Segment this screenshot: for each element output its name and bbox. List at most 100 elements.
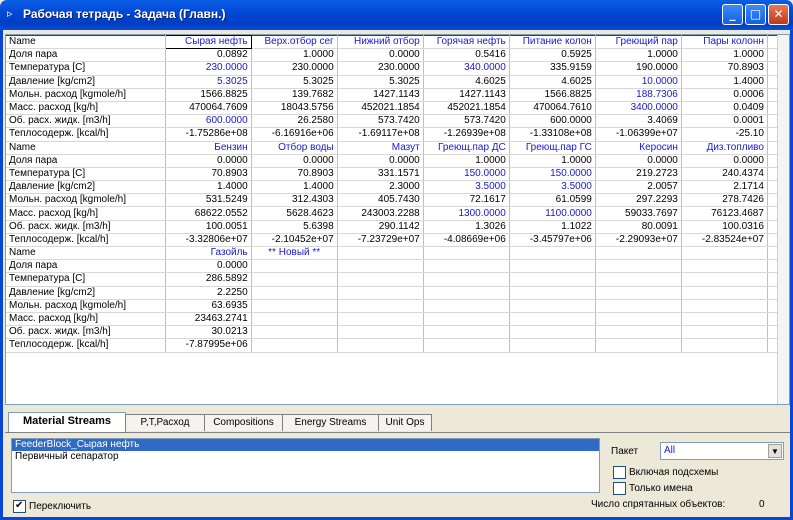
value-cell[interactable]: -7.23729e+07 [337, 233, 424, 248]
value-cell[interactable]: 1566.8825 [509, 88, 596, 102]
value-cell[interactable]: 0.0892 [165, 48, 252, 63]
stream-name-cell[interactable]: Отбор воды [251, 140, 338, 155]
value-cell[interactable] [337, 272, 424, 287]
value-cell[interactable] [337, 338, 424, 353]
stream-name-cell[interactable]: Мазут [337, 140, 424, 155]
value-cell[interactable]: -3.32806e+07 [165, 233, 252, 248]
value-cell[interactable]: 10.0000 [595, 75, 682, 89]
tab-1[interactable]: P,T,Расход [125, 414, 205, 431]
value-cell[interactable] [337, 325, 424, 340]
value-cell[interactable]: 1.4000 [681, 75, 768, 89]
stream-name-cell[interactable] [423, 245, 510, 261]
value-cell[interactable] [337, 259, 424, 274]
value-cell[interactable]: 1.0000 [509, 154, 596, 168]
value-cell[interactable]: -1.26939e+08 [423, 127, 510, 142]
value-cell[interactable]: 278.7426 [681, 193, 768, 208]
value-cell[interactable]: 80.0091 [595, 220, 682, 234]
value-cell[interactable]: 2.1714 [681, 180, 768, 195]
value-cell[interactable]: 0.0000 [681, 154, 768, 168]
value-cell[interactable]: 61.0599 [509, 193, 596, 208]
value-cell[interactable]: 1.4000 [251, 180, 338, 195]
list-item[interactable]: FeederBlock_Сырая нефть [12, 439, 599, 451]
title-bar[interactable]: ▹ Рабочая тетрадь - Задача (Главн.) _ □ … [0, 0, 793, 30]
value-cell[interactable] [337, 312, 424, 327]
stream-name-cell[interactable]: Диз.топливо [681, 140, 768, 155]
checkbox-box[interactable] [613, 466, 626, 479]
value-cell[interactable] [681, 299, 768, 313]
value-cell[interactable] [595, 286, 682, 300]
stream-list[interactable]: FeederBlock_Сырая нефть Первичный сепара… [11, 438, 600, 493]
value-cell[interactable]: 573.7420 [337, 114, 424, 129]
value-cell[interactable] [595, 325, 682, 340]
value-cell[interactable]: 230.0000 [165, 61, 252, 76]
stream-name-cell[interactable]: Сырая нефть [164, 35, 252, 50]
stream-name-cell[interactable] [337, 245, 424, 261]
tab-2[interactable]: Compositions [204, 414, 283, 431]
value-cell[interactable]: 4.6025 [423, 75, 510, 89]
value-cell[interactable]: 76123.4687 [681, 206, 768, 221]
value-cell[interactable]: 1300.0000 [423, 206, 510, 221]
value-cell[interactable] [423, 286, 510, 300]
value-cell[interactable]: -4.08669e+06 [423, 233, 510, 248]
tab-4[interactable]: Unit Ops [378, 414, 432, 431]
value-cell[interactable] [681, 312, 768, 327]
value-cell[interactable]: 240.4374 [681, 167, 768, 182]
value-cell[interactable] [337, 286, 424, 300]
value-cell[interactable]: 531.5249 [165, 193, 252, 208]
value-cell[interactable]: -1.69117e+08 [337, 127, 424, 142]
value-cell[interactable]: 0.5925 [509, 48, 596, 63]
value-cell[interactable]: 3.4069 [595, 114, 682, 129]
value-cell[interactable]: 331.1571 [337, 167, 424, 182]
stream-name-cell[interactable] [509, 245, 596, 261]
value-cell[interactable] [595, 259, 682, 274]
value-cell[interactable]: 452021.1854 [423, 101, 510, 116]
value-cell[interactable] [423, 338, 510, 353]
value-cell[interactable]: 5.3025 [337, 75, 424, 89]
value-cell[interactable]: 5.6398 [251, 220, 338, 234]
value-cell[interactable]: 219.2723 [595, 167, 682, 182]
value-cell[interactable] [509, 259, 596, 274]
value-cell[interactable]: 0.0000 [165, 154, 252, 168]
value-cell[interactable]: 1.3026 [423, 220, 510, 234]
tab-3[interactable]: Energy Streams [282, 414, 379, 431]
maximize-button[interactable]: □ [745, 4, 766, 25]
stream-name-cell[interactable] [681, 245, 768, 261]
stream-name-cell[interactable]: Греющий пар [595, 35, 682, 50]
value-cell[interactable] [509, 312, 596, 327]
value-cell[interactable]: 405.7430 [337, 193, 424, 208]
value-cell[interactable]: 139.7682 [251, 88, 338, 102]
value-cell[interactable]: 0.0006 [681, 88, 768, 102]
value-cell[interactable]: 70.8903 [165, 167, 252, 182]
value-cell[interactable] [595, 312, 682, 327]
value-cell[interactable]: 470064.7610 [509, 101, 596, 116]
value-cell[interactable] [251, 325, 338, 340]
stream-name-cell[interactable]: Газойль [165, 245, 252, 261]
stream-name-cell[interactable]: Керосин [595, 140, 682, 155]
value-cell[interactable]: 26.2580 [251, 114, 338, 129]
value-cell[interactable]: -2.29093e+07 [595, 233, 682, 248]
close-button[interactable]: ✕ [768, 4, 789, 25]
value-cell[interactable]: 1.0000 [251, 48, 338, 63]
value-cell[interactable] [509, 272, 596, 287]
value-cell[interactable]: 3.5000 [423, 180, 510, 195]
value-cell[interactable]: 0.0000 [337, 48, 424, 63]
value-cell[interactable] [251, 312, 338, 327]
checkbox-box[interactable] [13, 499, 26, 513]
stream-name-cell[interactable]: Бензин [165, 140, 252, 155]
value-cell[interactable]: 290.1142 [337, 220, 424, 234]
value-cell[interactable] [423, 325, 510, 340]
value-cell[interactable]: 0.5416 [423, 48, 510, 63]
value-cell[interactable]: 0.0000 [595, 154, 682, 168]
value-cell[interactable]: 2.3000 [337, 180, 424, 195]
value-cell[interactable]: 3.5000 [509, 180, 596, 195]
list-item[interactable]: Первичный сепаратор [12, 451, 599, 463]
value-cell[interactable]: 4.6025 [509, 75, 596, 89]
value-cell[interactable] [595, 299, 682, 313]
value-cell[interactable]: 0.0001 [681, 114, 768, 129]
value-cell[interactable]: 243003.2288 [337, 206, 424, 221]
value-cell[interactable]: 5.3025 [165, 75, 252, 89]
value-cell[interactable]: 1.0000 [681, 48, 768, 63]
value-cell[interactable]: 340.0000 [423, 61, 510, 76]
value-cell[interactable]: 150.0000 [423, 167, 510, 182]
value-cell[interactable] [251, 272, 338, 287]
